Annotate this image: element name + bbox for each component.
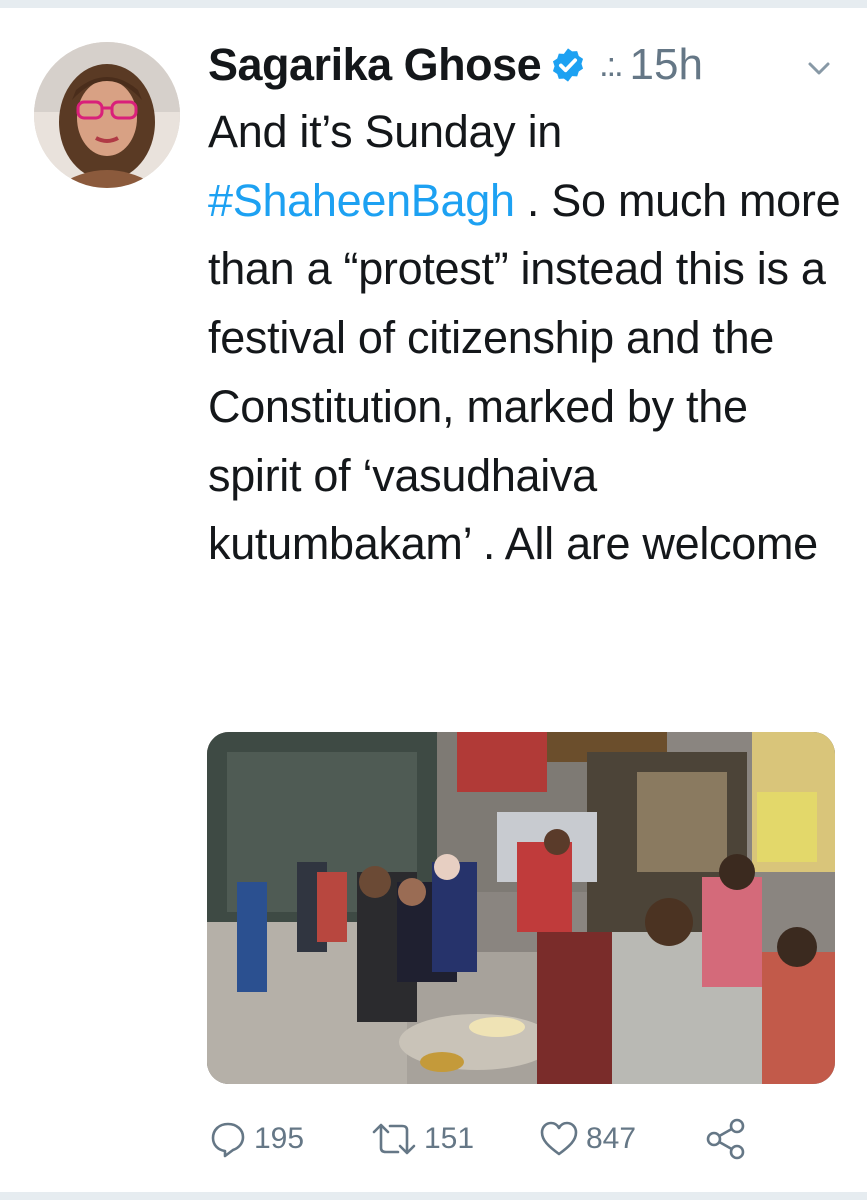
tweet-timestamp[interactable]: 15h: [630, 40, 703, 90]
author-name[interactable]: Sagarika Ghose: [208, 39, 542, 91]
chevron-down-icon[interactable]: [803, 52, 835, 84]
share-button[interactable]: [704, 1114, 748, 1164]
like-count: 847: [586, 1122, 637, 1155]
avatar-image: [34, 42, 180, 188]
header-separator: .:.: [599, 45, 623, 84]
bottom-divider: [0, 1192, 867, 1200]
tweet-text-intro: And it’s Sunday in: [208, 106, 563, 157]
share-icon: [706, 1118, 745, 1160]
retweet-button[interactable]: 151: [370, 1114, 474, 1164]
tweet-text-body: . So much more than a “protest” instead …: [208, 174, 841, 570]
tweet-text: And it’s Sunday in #ShaheenBagh . So much…: [208, 98, 848, 579]
like-button[interactable]: 847: [538, 1114, 636, 1164]
avatar[interactable]: [34, 42, 180, 188]
top-divider: [0, 0, 867, 8]
retweet-icon: [372, 1123, 416, 1155]
reply-count: 195: [254, 1122, 305, 1155]
retweet-count: 151: [424, 1122, 475, 1155]
reply-icon: [211, 1122, 245, 1158]
tweet-photo[interactable]: [207, 732, 835, 1084]
heart-icon: [540, 1121, 578, 1156]
reply-button[interactable]: 195: [208, 1114, 304, 1164]
tweet-actions: 195 151 847: [208, 1114, 768, 1164]
hashtag-link[interactable]: #ShaheenBagh: [208, 175, 515, 226]
street-food-photo: [207, 732, 835, 1084]
tweet-header: Sagarika Ghose .:. 15h: [208, 34, 703, 96]
verified-badge-icon: [549, 46, 587, 84]
